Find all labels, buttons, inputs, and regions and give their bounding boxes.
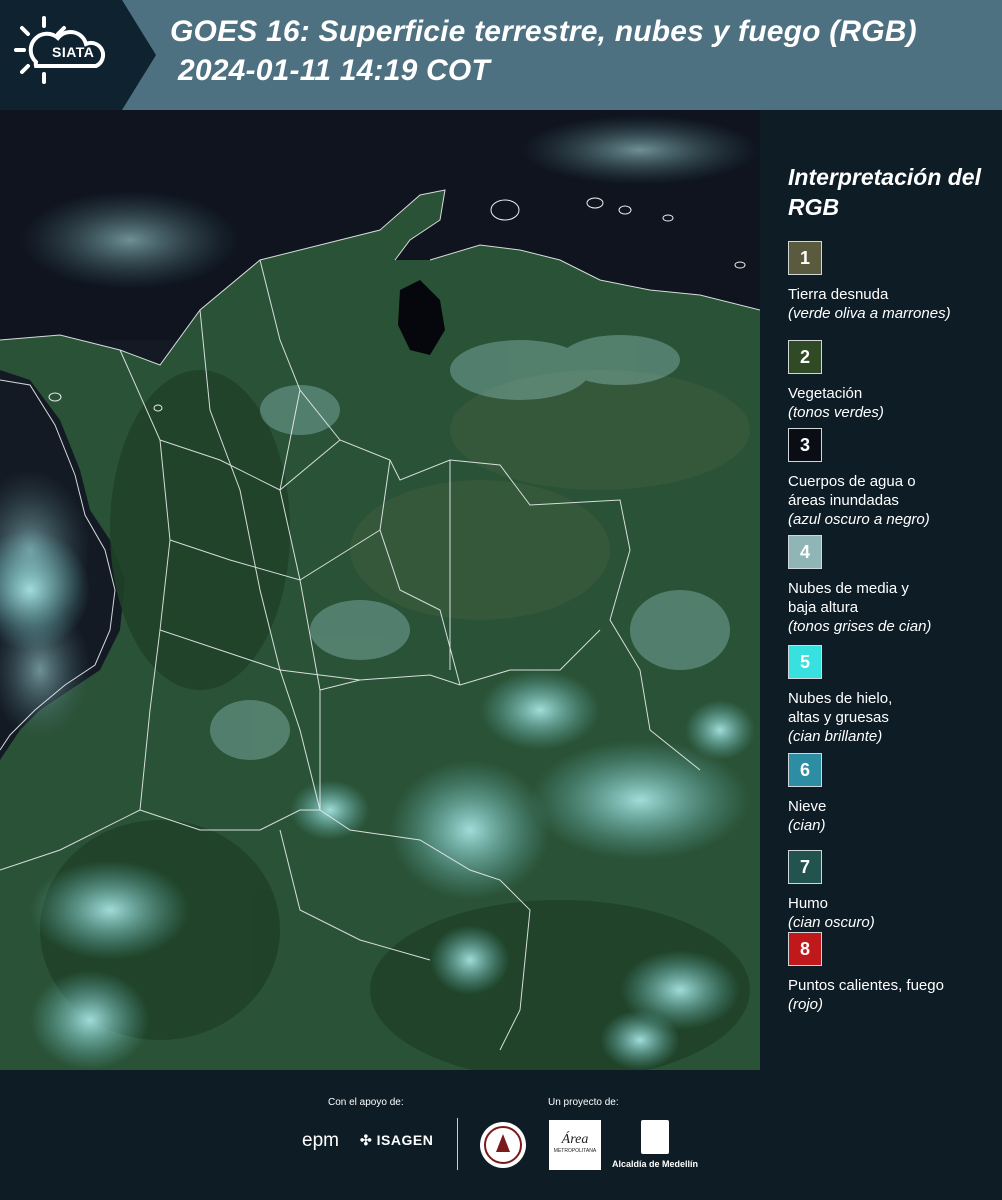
legend-label: Humo: [788, 895, 829, 912]
legend-label: Nubes de media y baja altura: [788, 580, 909, 616]
alcaldia-shield-icon: [641, 1120, 669, 1154]
legend-description: (verde oliva a marrones): [788, 305, 951, 322]
legend-description: (rojo): [788, 996, 824, 1013]
area-logo-script: Área: [561, 1132, 589, 1147]
legend-description: (tonos verdes): [788, 404, 884, 421]
siata-logo: SIATA: [0, 0, 156, 110]
area-metropolitana-logo: Área METROPOLITANA: [549, 1120, 601, 1170]
footer-divider: [457, 1118, 458, 1170]
legend-swatch: 8: [788, 932, 822, 966]
logo-text: SIATA: [52, 44, 95, 60]
legend-swatch: 3: [788, 428, 822, 462]
legend-panel: Interpretación del RGB 1 Tierra desnuda (v…: [760, 110, 1002, 1070]
legend-label: Tierra desnuda: [788, 286, 889, 303]
legend-item: 1 Tierra desnuda (verde oliva a marrones): [788, 241, 998, 323]
legend-swatch: 4: [788, 535, 822, 569]
header-bar: SIATA GOES 16: Superficie terrestre, nub…: [0, 0, 1002, 110]
page-title: GOES 16: Superficie terrestre, nubes y f…: [170, 15, 917, 48]
legend-item: 3 Cuerpos de agua o áreas inundadas (azul …: [788, 428, 998, 529]
legend-item: 4 Nubes de media y baja altura (tonos gris…: [788, 535, 998, 636]
seal-logo-icon: [480, 1122, 526, 1168]
legend-label: Puntos calientes, fuego: [788, 977, 944, 994]
support-label: Con el apoyo de:: [328, 1097, 404, 1108]
legend-swatch: 5: [788, 645, 822, 679]
legend-swatch: 6: [788, 753, 822, 787]
area-logo-small: METROPOLITANA: [553, 1148, 597, 1154]
alcaldia-label: Alcaldía de Medellín: [612, 1159, 699, 1169]
legend-swatch: 7: [788, 850, 822, 884]
legend-label: Vegetación: [788, 385, 863, 402]
legend-item: 7 Humo (cian oscuro): [788, 850, 998, 932]
legend-description: (cian brillante): [788, 728, 883, 745]
legend-title: Interpretación del RGB: [788, 164, 981, 220]
legend-item: 6 Nieve (cian): [788, 753, 998, 835]
project-label: Un proyecto de:: [548, 1097, 619, 1108]
satellite-map: [0, 110, 760, 1070]
footer: Con el apoyo de: Un proyecto de: epm ✣ I…: [0, 1070, 1002, 1200]
epm-logo: epm: [302, 1130, 339, 1151]
legend-description: (tonos grises de cian): [788, 618, 932, 635]
legend-label: Cuerpos de agua o áreas inundadas: [788, 473, 916, 509]
page-timestamp: 2024-01-11 14:19 COT: [178, 54, 490, 87]
isagen-text: ISAGEN: [376, 1132, 434, 1148]
legend-description: (azul oscuro a negro): [788, 511, 930, 528]
legend-item: 2 Vegetación (tonos verdes): [788, 340, 998, 422]
legend-description: (cian): [788, 817, 826, 834]
legend-item: 8 Puntos calientes, fuego (rojo): [788, 932, 998, 1014]
satellite-image: [0, 110, 760, 1070]
isagen-icon: ✣: [360, 1132, 373, 1148]
isagen-logo: ✣ ISAGEN: [360, 1132, 433, 1149]
legend-swatch: 2: [788, 340, 822, 374]
legend-swatch: 1: [788, 241, 822, 275]
legend-label: Nubes de hielo, altas y gruesas: [788, 690, 893, 726]
legend-label: Nieve: [788, 798, 827, 815]
legend-item: 5 Nubes de hielo, altas y gruesas (cian br…: [788, 645, 998, 746]
legend-description: (cian oscuro): [788, 914, 875, 931]
